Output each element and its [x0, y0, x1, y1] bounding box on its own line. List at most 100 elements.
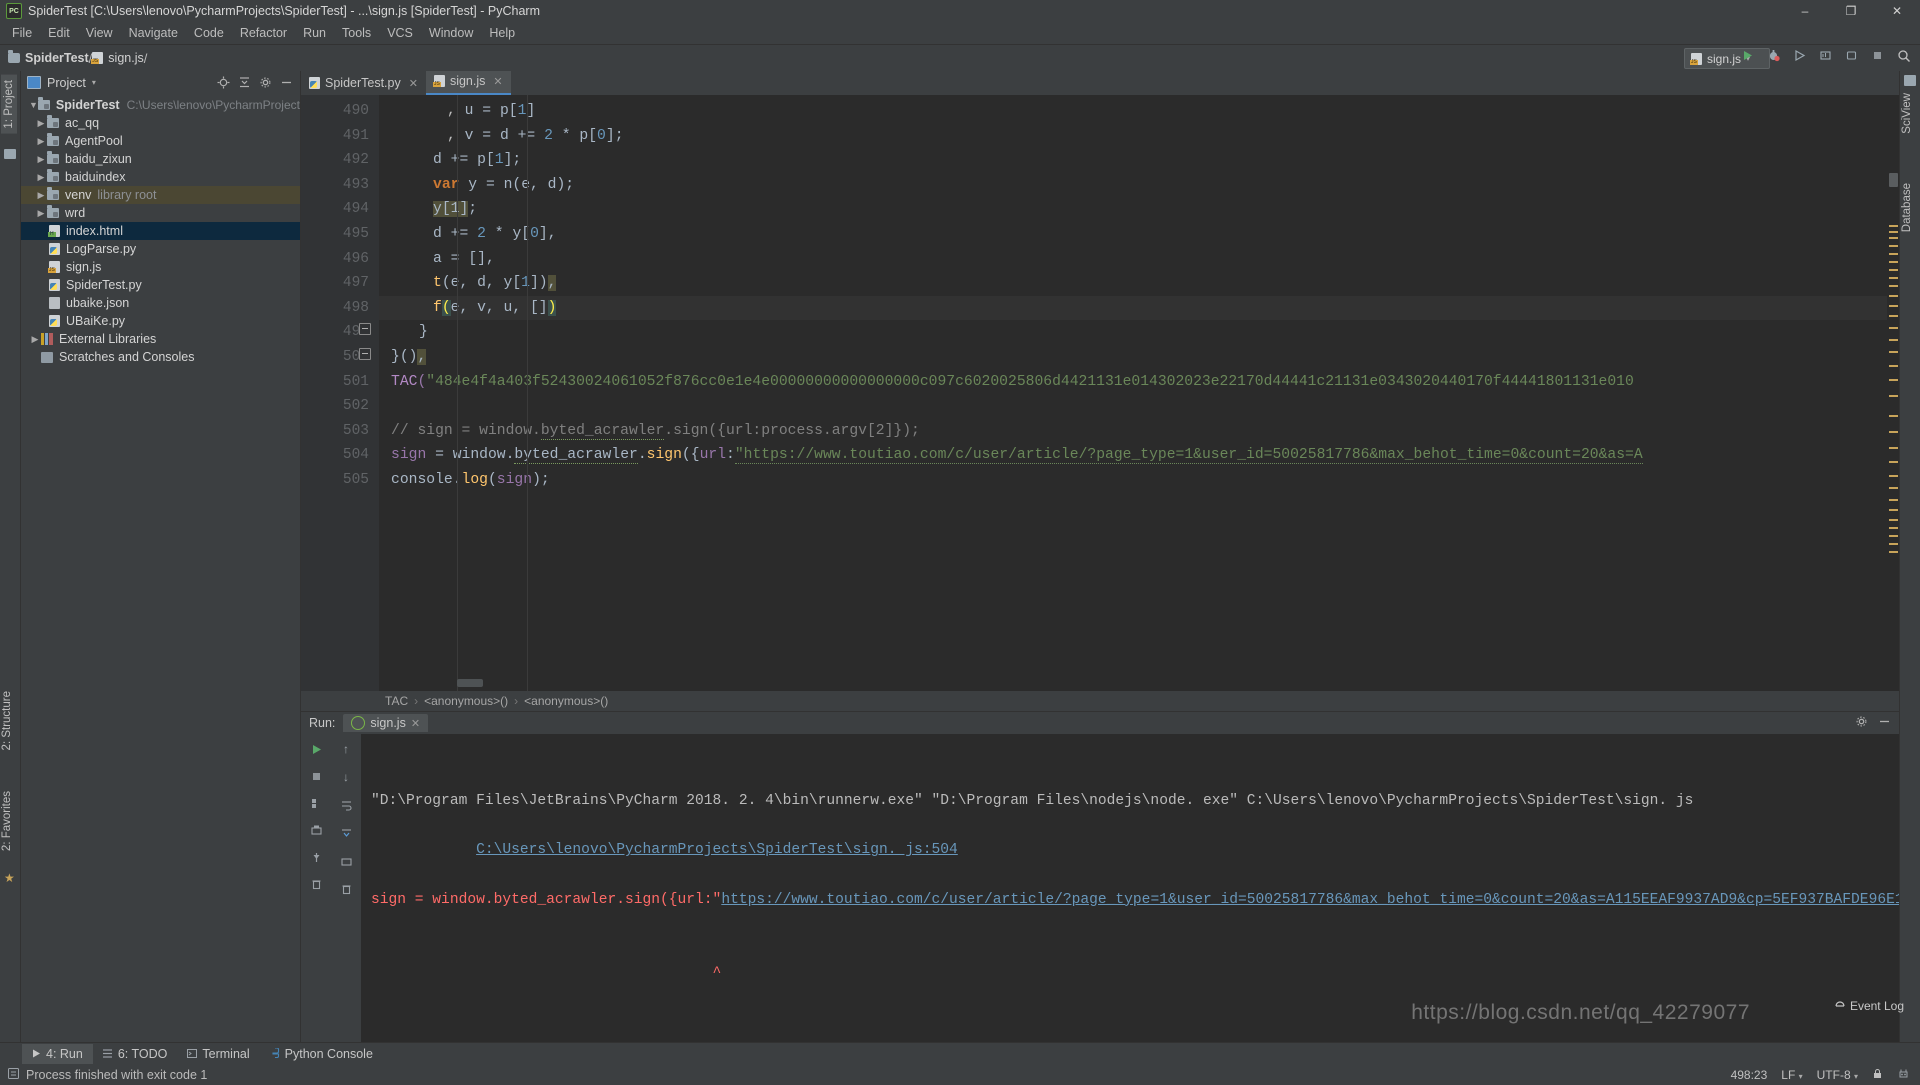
arrow-down-icon[interactable]: ↓ — [337, 768, 355, 786]
menu-view[interactable]: View — [78, 24, 121, 42]
menu-code[interactable]: Code — [186, 24, 232, 42]
chevron-right-icon[interactable]: ▶ — [35, 172, 47, 183]
menu-file[interactable]: File — [4, 24, 40, 42]
chevron-down-icon[interactable]: ▾ — [92, 78, 96, 87]
menu-help[interactable]: Help — [481, 24, 523, 42]
stop-icon[interactable] — [1869, 47, 1886, 64]
maximize-button[interactable]: ❐ — [1828, 0, 1874, 22]
editor-tab-sign-js[interactable]: sign.js ✕ — [425, 69, 511, 95]
console-line-file-link[interactable]: C:\Users\lenovo\PycharmProjects\SpiderTe… — [476, 838, 958, 863]
bottom-tab-python-console[interactable]: Python Console — [260, 1044, 383, 1064]
chevron-right-icon[interactable]: ▶ — [29, 334, 41, 345]
tree-item-wrd[interactable]: ▶ wrd — [21, 204, 300, 222]
chevron-down-icon[interactable]: ▼ — [29, 100, 38, 110]
tree-item-sign-js[interactable]: sign.js — [21, 258, 300, 276]
run-console-output[interactable]: "D:\Program Files\JetBrains\PyCharm 2018… — [361, 734, 1899, 1042]
hide-icon[interactable] — [1878, 715, 1891, 731]
tree-item-scratches[interactable]: Scratches and Consoles — [21, 348, 300, 366]
editor-marker-strip[interactable] — [1887, 95, 1899, 691]
menu-vcs[interactable]: VCS — [379, 24, 421, 42]
run-tab-sign-js[interactable]: sign.js ✕ — [343, 714, 429, 732]
pin-icon[interactable] — [307, 848, 325, 866]
close-icon[interactable]: ✕ — [411, 717, 420, 730]
tree-item-logparse-py[interactable]: LogParse.py — [21, 240, 300, 258]
tree-item-venv[interactable]: ▶ venv library root — [21, 186, 300, 204]
lock-icon[interactable] — [1872, 1068, 1883, 1082]
run-icon[interactable] — [1739, 47, 1756, 64]
tree-item-ubaike-py[interactable]: UBaiKe.py — [21, 312, 300, 330]
tree-item-ubaike-json[interactable]: ubaike.json — [21, 294, 300, 312]
tree-item-ac-qq[interactable]: ▶ ac_qq — [21, 114, 300, 132]
scroll-to-end-icon[interactable] — [337, 824, 355, 842]
delete-icon[interactable] — [307, 875, 325, 893]
search-everywhere-icon[interactable] — [1895, 47, 1912, 64]
close-icon[interactable]: ✕ — [493, 75, 502, 88]
hector-icon[interactable] — [1897, 1067, 1910, 1083]
locate-icon[interactable] — [216, 75, 231, 90]
menu-tools[interactable]: Tools — [334, 24, 379, 42]
stop-icon[interactable] — [307, 767, 325, 785]
tree-item-spidertest-py[interactable]: SpiderTest.py — [21, 276, 300, 294]
trace-icon[interactable] — [307, 794, 325, 812]
close-icon[interactable]: ✕ — [409, 77, 418, 90]
chevron-right-icon[interactable]: ▶ — [35, 190, 47, 201]
breadcrumb-tac[interactable]: TAC — [385, 694, 408, 708]
arrow-up-icon[interactable]: ↑ — [337, 740, 355, 758]
fold-marker[interactable] — [359, 323, 371, 335]
tool-window-tab-sciview[interactable]: SciView — [1901, 93, 1913, 134]
attach-icon[interactable] — [1843, 47, 1860, 64]
encoding[interactable]: UTF-8 ▾ — [1817, 1068, 1858, 1082]
breadcrumb-file[interactable]: sign.js — [91, 51, 144, 65]
menu-run[interactable]: Run — [295, 24, 334, 42]
editor-gutter[interactable]: 490 491 492 493 494 495 496 497 498 499 … — [301, 95, 379, 691]
editor-horizontal-scrollbar[interactable] — [457, 679, 483, 687]
console-error-url[interactable]: https://www.toutiao.com/c/user/article/?… — [721, 892, 1899, 908]
tree-item-external-libraries[interactable]: ▶ External Libraries — [21, 330, 300, 348]
clear-all-icon[interactable] — [337, 880, 355, 898]
menu-window[interactable]: Window — [421, 24, 481, 42]
collapse-all-icon[interactable] — [237, 75, 252, 90]
tool-window-tab-favorites[interactable]: 2: Favorites — [1, 791, 13, 851]
tool-window-tab-database[interactable]: Database — [1901, 183, 1913, 232]
caret-position[interactable]: 498:23 — [1731, 1068, 1768, 1082]
fold-marker[interactable] — [359, 348, 371, 360]
soft-wrap-icon[interactable] — [337, 796, 355, 814]
code-editor[interactable]: 490 491 492 493 494 495 496 497 498 499 … — [301, 95, 1899, 691]
tree-item-agentpool[interactable]: ▶ AgentPool — [21, 132, 300, 150]
menu-navigate[interactable]: Navigate — [121, 24, 186, 42]
code-content[interactable]: , u = p[1] , v = d += 2 * p[0]; d += p[1… — [379, 95, 1887, 691]
chevron-right-icon[interactable]: ▶ — [35, 154, 47, 165]
chevron-right-icon[interactable]: ▶ — [35, 118, 47, 129]
hide-icon[interactable] — [279, 75, 294, 90]
rerun-icon[interactable] — [307, 740, 325, 758]
line-separator[interactable]: LF ▾ — [1781, 1068, 1802, 1082]
chevron-right-icon[interactable]: ▶ — [35, 208, 47, 219]
close-button[interactable]: ✕ — [1874, 0, 1920, 22]
tool-window-tab-project[interactable]: 1: Project — [1, 75, 17, 134]
breadcrumb-anonymous-2[interactable]: <anonymous>() — [524, 694, 608, 708]
settings-gear-icon[interactable] — [258, 75, 273, 90]
breadcrumb-project[interactable]: SpiderTest — [8, 50, 89, 65]
tree-item-spidertest[interactable]: ▼ SpiderTest C:\Users\lenovo\PycharmProj… — [21, 96, 300, 114]
project-tree[interactable]: ▼ SpiderTest C:\Users\lenovo\PycharmProj… — [21, 94, 300, 1042]
menu-refactor[interactable]: Refactor — [232, 24, 295, 42]
tree-item-baiduindex[interactable]: ▶ baiduindex — [21, 168, 300, 186]
profile-icon[interactable] — [1817, 47, 1834, 64]
bottom-tab-run[interactable]: 4: Run — [22, 1043, 93, 1064]
bottom-tab-todo[interactable]: 6: TODO — [93, 1044, 178, 1064]
tree-item-index-html[interactable]: index.html — [21, 222, 300, 240]
breadcrumb-anonymous-1[interactable]: <anonymous>() — [424, 694, 508, 708]
tool-window-tab-structure[interactable]: 2: Structure — [1, 691, 13, 750]
event-log-button[interactable]: Event Log — [1834, 998, 1904, 1013]
editor-tab-spidertest-py[interactable]: SpiderTest.py ✕ — [301, 71, 426, 95]
settings-gear-icon[interactable] — [1855, 715, 1868, 731]
print-output-icon[interactable] — [337, 852, 355, 870]
minimize-button[interactable]: – — [1782, 0, 1828, 22]
print-icon[interactable] — [307, 821, 325, 839]
debug-icon[interactable] — [1765, 47, 1782, 64]
bottom-tab-terminal[interactable]: Terminal — [177, 1044, 259, 1064]
chevron-right-icon[interactable]: ▶ — [35, 136, 47, 147]
tree-item-baidu-zixun[interactable]: ▶ baidu_zixun — [21, 150, 300, 168]
coverage-icon[interactable] — [1791, 47, 1808, 64]
menu-edit[interactable]: Edit — [40, 24, 78, 42]
